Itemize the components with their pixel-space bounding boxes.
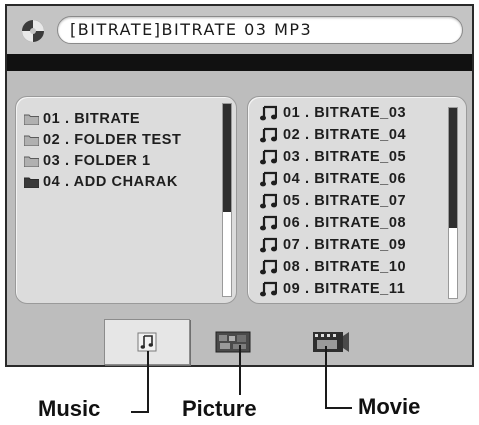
file-item-08[interactable]: 08 . BITRATE_10 — [260, 257, 406, 277]
folder-icon — [24, 114, 39, 125]
disc-icon — [22, 20, 44, 42]
music-note-icon — [260, 171, 277, 187]
file-list-panel: 01 . BITRATE_03 02 . BITRATE_04 03 . BIT… — [247, 96, 467, 304]
file-item-label: 06 . BITRATE_08 — [283, 215, 407, 231]
folder-item-label: 02 . FOLDER TEST — [43, 132, 182, 148]
folder-item-01[interactable]: 01 . BITRATE — [24, 109, 140, 129]
folder-list-panel: 01 . BITRATE 02 . FOLDER TEST 03 . FOLDE… — [15, 96, 237, 304]
folder-item-label: 04 . ADD CHARAK — [43, 174, 178, 190]
folder-item-02[interactable]: 02 . FOLDER TEST — [24, 130, 182, 150]
music-callout-label: Music — [38, 396, 101, 421]
music-note-icon — [260, 237, 277, 253]
tab-picture[interactable] — [211, 327, 255, 357]
music-callout-tick — [131, 411, 148, 413]
music-note-icon — [260, 149, 277, 165]
file-list-scrollbar[interactable] — [448, 107, 458, 299]
music-note-icon — [260, 105, 277, 121]
music-note-icon — [260, 215, 277, 231]
picture-callout-line — [239, 345, 241, 395]
music-callout-line — [147, 351, 149, 413]
file-item-label: 07 . BITRATE_09 — [283, 237, 407, 253]
tab-movie[interactable] — [307, 325, 355, 359]
folder-item-label: 03 . FOLDER 1 — [43, 153, 151, 169]
music-note-icon — [260, 193, 277, 209]
file-item-05[interactable]: 05 . BITRATE_07 — [260, 191, 406, 211]
folder-item-label: 01 . BITRATE — [43, 111, 141, 127]
music-tab-icon — [137, 332, 157, 352]
movie-callout-label: Movie — [358, 394, 421, 419]
folder-icon — [24, 177, 39, 188]
movie-callout-tick — [325, 407, 352, 409]
file-item-label: 08 . BITRATE_10 — [283, 259, 407, 275]
file-item-label: 02 . BITRATE_04 — [283, 127, 407, 143]
picture-callout-label: Picture — [182, 396, 257, 421]
file-item-09[interactable]: 09 . BITRATE_11 — [260, 279, 405, 299]
music-note-icon — [260, 281, 277, 297]
picture-tab-icon — [215, 331, 251, 353]
file-item-label: 09 . BITRATE_11 — [283, 281, 406, 297]
file-item-label: 05 . BITRATE_07 — [283, 193, 407, 209]
folder-icon — [24, 156, 39, 167]
file-item-01[interactable]: 01 . BITRATE_03 — [260, 103, 406, 123]
movie-callout-line — [325, 346, 327, 409]
folder-list-scroll-thumb[interactable] — [223, 104, 231, 212]
file-item-label: 04 . BITRATE_06 — [283, 171, 407, 187]
title-bar: [BITRATE]BITRATE 03 MP3 — [7, 6, 472, 54]
folder-item-03[interactable]: 03 . FOLDER 1 — [24, 151, 151, 171]
file-item-03[interactable]: 03 . BITRATE_05 — [260, 147, 406, 167]
file-item-07[interactable]: 07 . BITRATE_09 — [260, 235, 406, 255]
file-item-02[interactable]: 02 . BITRATE_04 — [260, 125, 406, 145]
file-item-06[interactable]: 06 . BITRATE_08 — [260, 213, 406, 233]
movie-tab-icon — [313, 332, 349, 352]
music-note-icon — [260, 259, 277, 275]
folder-item-04[interactable]: 04 . ADD CHARAK — [24, 172, 178, 192]
file-item-04[interactable]: 04 . BITRATE_06 — [260, 169, 406, 189]
folder-list-scrollbar[interactable] — [222, 103, 232, 297]
file-list-scroll-thumb[interactable] — [449, 108, 457, 228]
music-note-icon — [260, 127, 277, 143]
media-browser-screen: [BITRATE]BITRATE 03 MP3 01 . BITRATE 02 … — [5, 4, 474, 367]
file-item-label: 01 . BITRATE_03 — [283, 105, 407, 121]
current-track-title: [BITRATE]BITRATE 03 MP3 — [57, 16, 463, 44]
file-item-label: 03 . BITRATE_05 — [283, 149, 407, 165]
header-divider-band — [7, 54, 472, 71]
folder-icon — [24, 135, 39, 146]
